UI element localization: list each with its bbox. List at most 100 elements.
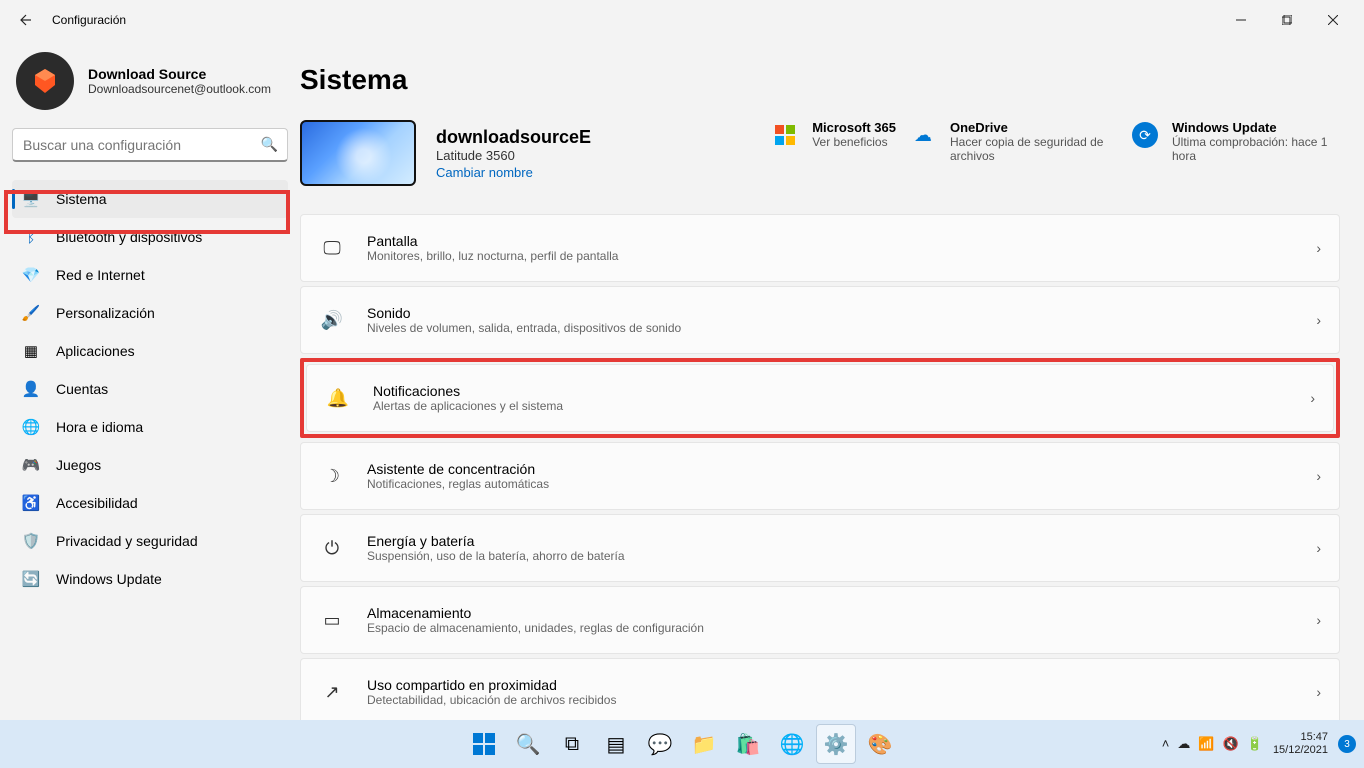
taskbar-paint[interactable]: 🎨 — [860, 724, 900, 764]
info-sub: Ver beneficios — [812, 135, 896, 149]
notification-badge[interactable]: 3 — [1338, 735, 1356, 753]
taskbar-taskview[interactable]: ⧉ — [552, 724, 592, 764]
profile-name: Download Source — [88, 66, 271, 82]
card-title: Almacenamiento — [367, 605, 1316, 621]
card-sub: Monitores, brillo, luz nocturna, perfil … — [367, 249, 1316, 263]
info-windows-update[interactable]: ⟳ Windows UpdateÚltima comprobación: hac… — [1130, 120, 1340, 186]
card-title: Notificaciones — [373, 383, 1310, 399]
card-sub: Notificaciones, reglas automáticas — [367, 477, 1316, 491]
sound-icon: 🔊 — [319, 310, 345, 331]
taskbar-chat[interactable]: 💬 — [640, 724, 680, 764]
nav-label: Accesibilidad — [56, 495, 138, 511]
main-content: Sistema downloadsourceE Latitude 3560 Ca… — [300, 40, 1364, 720]
nav-list: 🖥️ Sistema ᛒ Bluetooth y dispositivos 💎 Red… — [12, 180, 288, 598]
device-wallpaper[interactable] — [300, 120, 416, 186]
device-name: downloadsourceE — [436, 127, 591, 148]
profile-email: Downloadsourcenet@outlook.com — [88, 82, 271, 96]
tray-volume-icon[interactable]: 🔇 — [1223, 736, 1239, 752]
nav-aplicaciones[interactable]: ▦ Aplicaciones — [12, 332, 288, 370]
taskbar-search[interactable]: 🔍 — [508, 724, 548, 764]
card-energia[interactable]: ⏻ Energía y bateríaSuspensión, uso de la… — [300, 514, 1340, 582]
nav-label: Red e Internet — [56, 267, 145, 283]
avatar — [16, 52, 74, 110]
chevron-right-icon: › — [1316, 312, 1321, 328]
apps-icon: ▦ — [22, 342, 40, 360]
taskbar-explorer[interactable]: 📁 — [684, 724, 724, 764]
card-asistente[interactable]: ☽ Asistente de concentraciónNotificacion… — [300, 442, 1340, 510]
rename-link[interactable]: Cambiar nombre — [436, 165, 591, 180]
nav-windows-update[interactable]: 🔄Windows Update — [12, 560, 288, 598]
maximize-button[interactable] — [1264, 4, 1310, 36]
card-title: Energía y batería — [367, 533, 1316, 549]
search-icon: 🔍 — [261, 136, 278, 153]
info-onedrive[interactable]: ☁ OneDriveHacer copia de seguridad de ar… — [908, 120, 1118, 186]
time-icon: 🌐 — [22, 418, 40, 436]
nav-label: Aplicaciones — [56, 343, 135, 359]
search-box[interactable]: 🔍 — [12, 128, 288, 162]
info-sub: Hacer copia de seguridad de archivos — [950, 135, 1118, 163]
taskbar-store[interactable]: 🛍️ — [728, 724, 768, 764]
nav-label: Personalización — [56, 305, 155, 321]
card-title: Sonido — [367, 305, 1316, 321]
tray-wifi-icon[interactable]: 📶 — [1198, 736, 1214, 752]
taskbar: 🔍 ⧉ ▤ 💬 📁 🛍️ 🌐 ⚙️ 🎨 ˄ ☁ 📶 🔇 🔋 15:47 15/1… — [0, 720, 1364, 768]
card-sub: Suspensión, uso de la batería, ahorro de… — [367, 549, 1316, 563]
storage-icon: ▭ — [319, 610, 345, 631]
chevron-right-icon: › — [1310, 390, 1315, 406]
onedrive-icon: ☁ — [908, 120, 938, 150]
taskbar-settings[interactable]: ⚙️ — [816, 724, 856, 764]
monitor-icon: 🖥️ — [22, 190, 40, 208]
wifi-icon: 💎 — [22, 266, 40, 284]
info-ms365[interactable]: Microsoft 365Ver beneficios — [770, 120, 896, 186]
card-pantalla[interactable]: 🖵 PantallaMonitores, brillo, luz nocturn… — [300, 214, 1340, 282]
nav-red[interactable]: 💎 Red e Internet — [12, 256, 288, 294]
card-compartir[interactable]: ↗ Uso compartido en proximidadDetectabil… — [300, 658, 1340, 720]
nav-cuentas[interactable]: 👤Cuentas — [12, 370, 288, 408]
window-controls — [1218, 4, 1356, 36]
taskbar-widgets[interactable]: ▤ — [596, 724, 636, 764]
nav-label: Sistema — [56, 191, 107, 207]
nav-hora[interactable]: 🌐Hora e idioma — [12, 408, 288, 446]
nav-label: Juegos — [56, 457, 101, 473]
nav-privacidad[interactable]: 🛡️Privacidad y seguridad — [12, 522, 288, 560]
bell-icon: 🔔 — [325, 388, 351, 409]
profile-block[interactable]: Download Source Downloadsourcenet@outloo… — [12, 40, 288, 128]
start-button[interactable] — [464, 724, 504, 764]
nav-label: Bluetooth y dispositivos — [56, 229, 202, 245]
close-button[interactable] — [1310, 4, 1356, 36]
search-input[interactable] — [12, 128, 288, 162]
chevron-right-icon: › — [1316, 240, 1321, 256]
minimize-button[interactable] — [1218, 4, 1264, 36]
nav-juegos[interactable]: 🎮 Juegos — [12, 446, 288, 484]
bluetooth-icon: ᛒ — [22, 228, 40, 246]
system-tray[interactable]: ˄ ☁ 📶 🔇 🔋 15:47 15/12/2021 3 — [1162, 731, 1356, 757]
card-notificaciones[interactable]: 🔔 NotificacionesAlertas de aplicaciones … — [306, 364, 1334, 432]
device-model: Latitude 3560 — [436, 148, 591, 163]
nav-personalizacion[interactable]: 🖌️Personalización — [12, 294, 288, 332]
info-title: Windows Update — [1172, 120, 1340, 135]
game-icon: 🎮 — [22, 456, 40, 474]
card-sub: Espacio de almacenamiento, unidades, reg… — [367, 621, 1316, 635]
card-sonido[interactable]: 🔊 SonidoNiveles de volumen, salida, entr… — [300, 286, 1340, 354]
nav-accesibilidad[interactable]: ♿ Accesibilidad — [12, 484, 288, 522]
tray-datetime[interactable]: 15:47 15/12/2021 — [1273, 731, 1328, 757]
account-icon: 👤 — [22, 380, 40, 398]
nav-sistema[interactable]: 🖥️ Sistema — [12, 180, 288, 218]
windows-update-icon: ⟳ — [1130, 120, 1160, 150]
taskbar-edge[interactable]: 🌐 — [772, 724, 812, 764]
info-title: OneDrive — [950, 120, 1118, 135]
nav-bluetooth[interactable]: ᛒ Bluetooth y dispositivos — [12, 218, 288, 256]
back-button[interactable] — [8, 4, 40, 36]
tray-chevron-icon[interactable]: ˄ — [1162, 736, 1170, 752]
tray-date: 15/12/2021 — [1273, 744, 1328, 757]
page-title: Sistema — [300, 64, 1340, 96]
chevron-right-icon: › — [1316, 468, 1321, 484]
titlebar: Configuración — [0, 0, 1364, 40]
accessibility-icon: ♿ — [22, 494, 40, 512]
card-sub: Niveles de volumen, salida, entrada, dis… — [367, 321, 1316, 335]
tray-battery-icon[interactable]: 🔋 — [1247, 736, 1263, 752]
card-title: Uso compartido en proximidad — [367, 677, 1316, 693]
tray-onedrive-icon[interactable]: ☁ — [1177, 736, 1190, 752]
card-almacenamiento[interactable]: ▭ AlmacenamientoEspacio de almacenamient… — [300, 586, 1340, 654]
tray-time: 15:47 — [1273, 731, 1328, 744]
